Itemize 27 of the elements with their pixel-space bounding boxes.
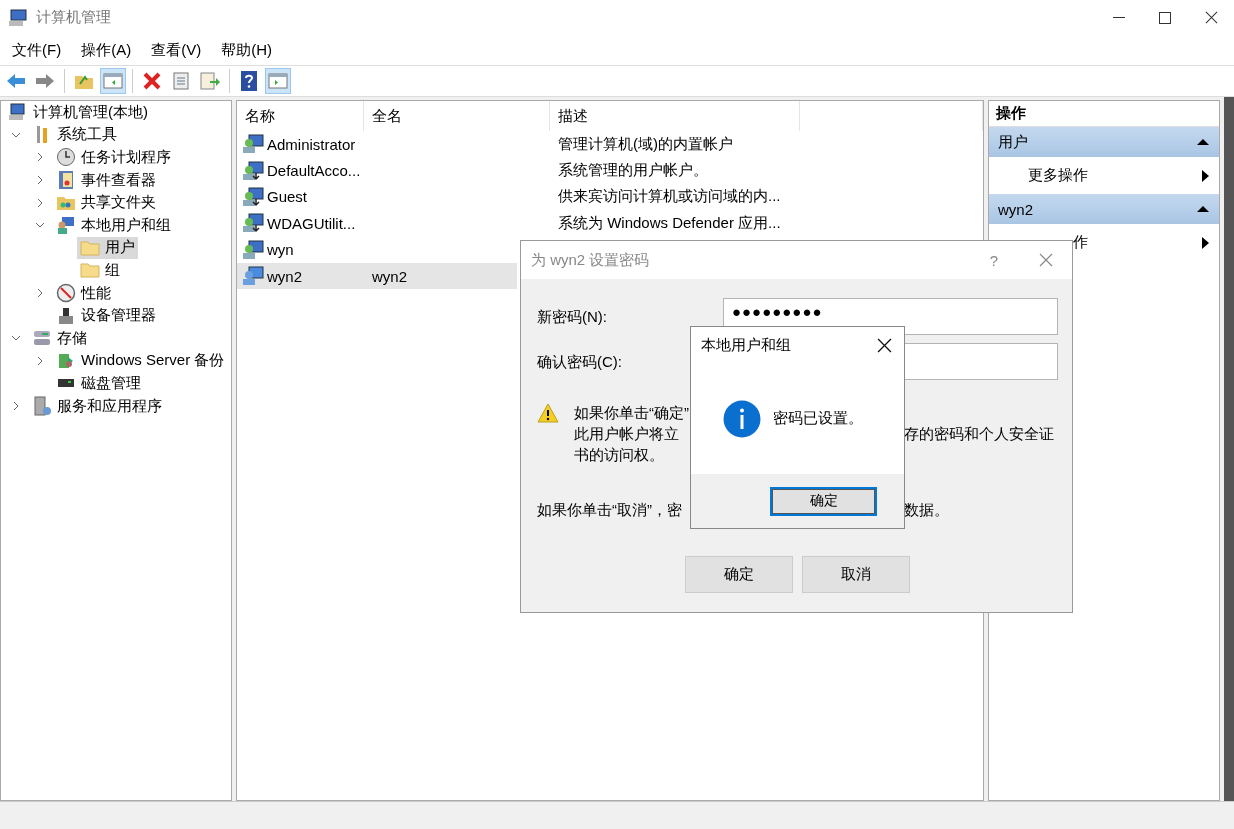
user-name: DefaultAcco... [267,162,361,180]
description: 管理计算机(域)的内置帐户 [558,134,733,152]
description: 系统为 Windows Defender 应用... [558,213,781,231]
field-label: 新密码(N): [537,307,607,327]
user-name: wyn [267,241,294,259]
section-title: wyn2 [998,200,1034,218]
full-name: wyn2 [372,267,408,285]
field-label: 确认密码(C): [537,352,622,372]
user-name: Guest [267,188,308,206]
warning-text: 此用户帐户将立 [574,424,679,444]
action-label: 更多操作 [1028,166,1088,185]
description: 系统管理的用户帐户。 [558,161,708,179]
message-box-title: 本地用户和组 [701,335,791,355]
section-title: 用户 [998,132,1028,152]
user-name: wyn2 [267,267,303,285]
cancel-note: 如果你单击“取消”，密 [537,500,682,520]
action-label: 作 [1072,233,1088,252]
warning-text: 存的密码和个人安全证 [904,424,1054,444]
cancel-note: 数据。 [904,500,949,520]
description: 供来宾访问计算机或访问域的内... [558,187,781,205]
warning-text: 书的访问权。 [574,445,664,465]
dialog-title: 为 wyn2 设置密码 [531,250,651,270]
warning-text: 如果你单击“确定” [574,403,689,423]
user-name: WDAGUtilit... [267,214,356,232]
user-name: Administrator [267,135,356,153]
message-text: 密码已设置。 [773,409,863,428]
window-title: 计算机管理 [36,8,112,27]
